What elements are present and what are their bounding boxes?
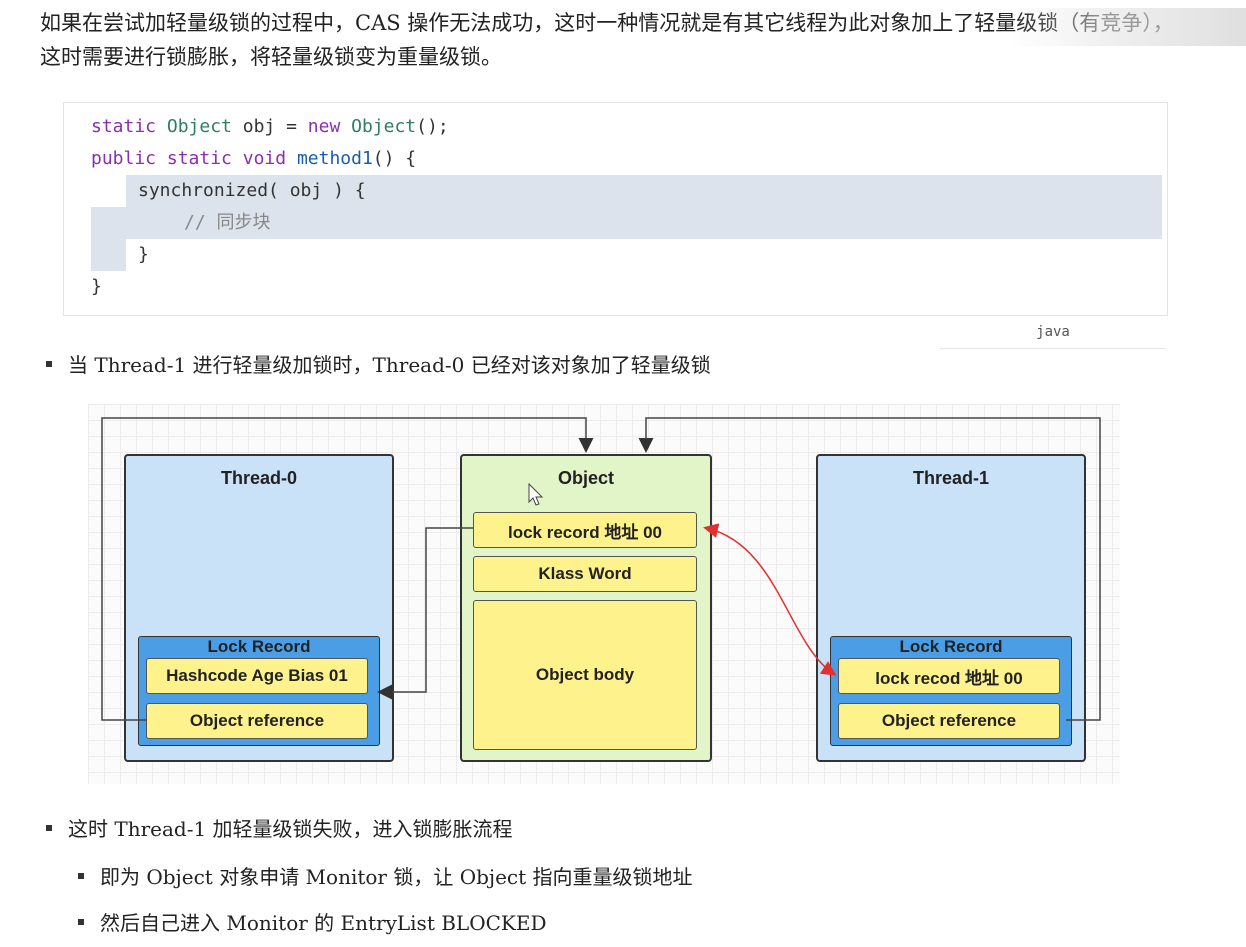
thread1-reference-arrow <box>638 417 1101 721</box>
diagram-connectors <box>101 417 1101 721</box>
code-line-2: public static void method1() { <box>91 148 417 169</box>
code-line-4: // 同步块 <box>184 212 271 233</box>
bullet-2: 这时 Thread-1 加轻量级锁失败，进入锁膨胀流程 <box>46 814 513 844</box>
bullet-1: 当 Thread-1 进行轻量级加锁时，Thread-0 已经对该对象加了轻量级… <box>46 350 711 380</box>
watermark-overlay <box>1010 8 1246 46</box>
mouse-cursor-icon <box>528 482 544 506</box>
intro-paragraph: 如果在尝试加轻量级锁的过程中，CAS 操作无法成功，这时一种情况就是有其它线程为… <box>40 11 1174 69</box>
bullet-dot <box>46 360 52 367</box>
bullet-dot <box>78 918 84 925</box>
code-highlight-lower <box>91 207 126 271</box>
markword-to-thread0-arrow <box>377 527 473 700</box>
code-language-label: java <box>940 318 1166 349</box>
bullet-dot <box>46 824 52 831</box>
lock-diagram: Thread-0 Lock Record Hashcode Age Bias 0… <box>88 404 1120 784</box>
cas-attempt-arrow <box>703 523 837 676</box>
code-line-6: } <box>91 276 102 297</box>
code-line-5: } <box>138 244 149 265</box>
thread0-reference-arrow <box>101 417 594 721</box>
bullet-3: 即为 Object 对象申请 Monitor 锁，让 Object 指向重量级锁… <box>78 862 693 892</box>
code-block: static Object obj = new Object(); public… <box>63 102 1168 316</box>
code-line-1: static Object obj = new Object(); <box>91 116 449 137</box>
bullet-4: 然后自己进入 Monitor 的 EntryList BLOCKED <box>78 908 546 938</box>
code-line-3: synchronized( obj ) { <box>138 180 366 201</box>
bullet-dot <box>78 872 84 879</box>
